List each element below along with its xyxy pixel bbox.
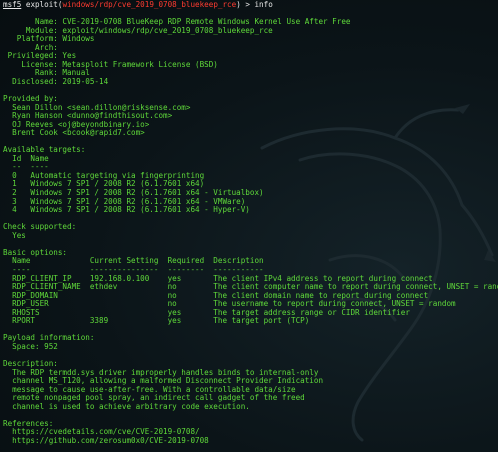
prompt-line[interactable]: msf5 exploit(windows/rdp/cve_2019_0708_b… <box>3 0 498 10</box>
terminal-output: msf5 exploit(windows/rdp/cve_2019_0708_b… <box>3 0 498 446</box>
output-line: RPORT 3389 yes The target port (TCP) <box>3 316 310 326</box>
output-line: 4 Windows 7 SP1 / 2008 R2 (6.1.7601 x64 … <box>3 205 250 215</box>
output-line: Space: 952 <box>3 341 58 351</box>
prompt-msf: msf5 <box>3 0 22 9</box>
output-line: Arch: <box>3 42 63 52</box>
command-input[interactable]: info <box>254 0 272 9</box>
output-line: Check supported: <box>3 222 77 232</box>
output-line: Disclosed: 2019-05-14 <box>3 76 109 86</box>
prompt-suffix: ) > <box>236 0 255 9</box>
output-line: Payload information: <box>3 333 95 343</box>
output-line: channel is used to achieve arbitrary cod… <box>3 401 250 411</box>
prompt-module: windows/rdp/cve_2019_0708_bluekeep_rce <box>62 0 237 9</box>
output-line: Platform: Windows <box>3 34 95 44</box>
prompt-exploit-prefix: exploit( <box>21 0 63 9</box>
output-line: Yes <box>3 230 26 240</box>
info-output: Name: CVE-2019-0708 BlueKeep RDP Remote … <box>3 10 498 446</box>
terminal-window[interactable]: msf5 exploit(windows/rdp/cve_2019_0708_b… <box>0 0 498 452</box>
output-line: Brent Cook <bcook@rapid7.com> <box>3 128 145 138</box>
output-line: Available targets: <box>3 145 86 155</box>
output-line: https://github.com/zerosum0x0/CVE-2019-0… <box>3 435 209 445</box>
output-line: Id Name <box>3 153 49 163</box>
